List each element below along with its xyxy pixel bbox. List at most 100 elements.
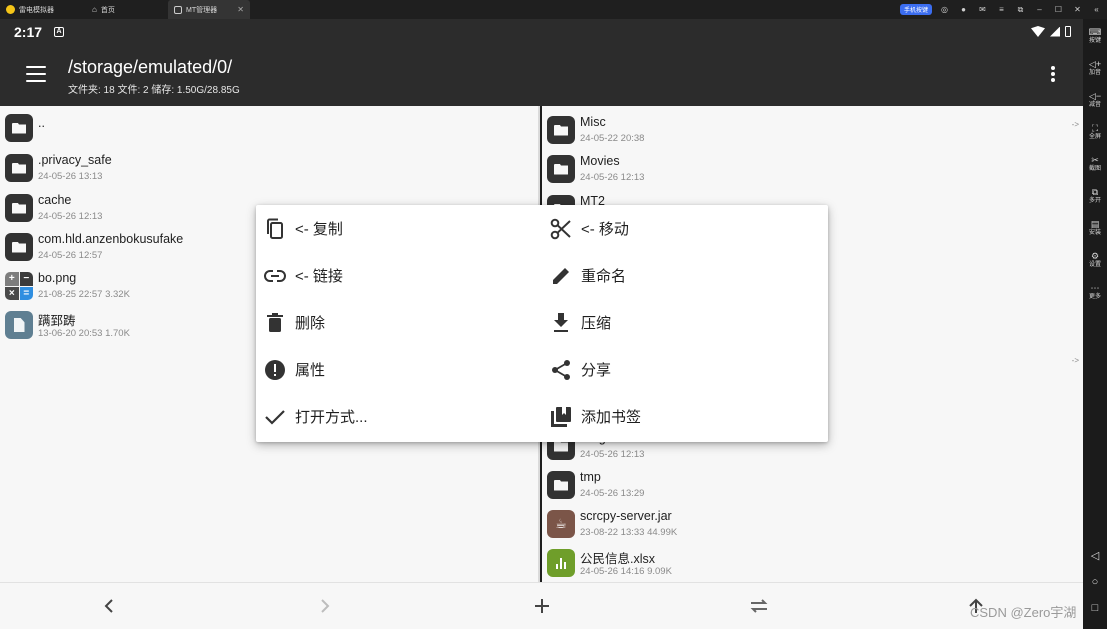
side-label: 安装 [1088, 230, 1101, 236]
folder-icon [5, 114, 33, 142]
action-move[interactable]: <- 移动 [542, 205, 828, 252]
list-item[interactable]: tmp 24-05-26 13:29 [542, 465, 1083, 505]
emulator-tab-home[interactable]: ⌂ 首页 [86, 0, 168, 19]
bookmark-icon [550, 406, 572, 428]
overflow-menu-icon[interactable] [1051, 66, 1055, 82]
list-item[interactable]: Movies 24-05-26 12:13 [542, 149, 1083, 189]
user-icon[interactable]: ● [957, 5, 970, 14]
list-item[interactable]: 公民信息.xlsx 24-05-26 14:16 9.09K [542, 543, 1083, 583]
side-volume-up-button[interactable]: ◁+ 加音 [1083, 59, 1107, 78]
file-meta: 24-05-26 12:13 [580, 172, 645, 183]
folder-icon [547, 155, 575, 183]
wifi-icon [1031, 26, 1045, 37]
cut-icon [550, 218, 572, 240]
side-more-button[interactable]: ⋯ 更多 [1083, 283, 1107, 302]
info-icon [264, 359, 286, 381]
emulator-side-toolbar: ⌨ 按键 ◁+ 加音 ◁− 减音 ⛶ 全屏 ✂ 截图 ⧉ 多开 ▤ 安装 ⚙ 设 [1083, 19, 1107, 629]
status-time: 2:17 [14, 23, 43, 40]
side-settings-button[interactable]: ⚙ 设置 [1083, 251, 1107, 270]
emulator-window-controls: 手机按键 ◎ ● ✉ ≡ ⧉ – ☐ ✕ « [899, 0, 1103, 19]
nav-recents-icon: □ [1091, 602, 1099, 614]
file-name: Movies [580, 154, 620, 168]
action-label: 重命名 [581, 268, 627, 285]
add-icon[interactable] [529, 593, 555, 619]
keyboard-icon: ⌨ [1088, 27, 1102, 37]
file-name: scrcpy-server.jar [580, 509, 672, 523]
action-properties[interactable]: 属性 [256, 346, 542, 393]
gamepad-icon[interactable]: ◎ [938, 5, 951, 14]
side-label: 多开 [1088, 198, 1101, 204]
share-icon [550, 359, 572, 381]
menu-icon[interactable]: ≡ [995, 5, 1008, 14]
action-rename[interactable]: 重命名 [542, 252, 828, 299]
side-screenshot-button[interactable]: ✂ 截图 [1083, 155, 1107, 174]
minimize-icon[interactable]: – [1033, 5, 1046, 14]
side-install-button[interactable]: ▤ 安装 [1083, 219, 1107, 238]
file-name: tmp [580, 470, 601, 484]
folder-icon [5, 154, 33, 182]
back-arrow-icon[interactable] [96, 593, 122, 619]
file-name: Misc [580, 115, 606, 129]
nav-back-button[interactable]: ◁ [1083, 551, 1107, 562]
keyboard-mapping-button[interactable]: 手机按键 [899, 4, 932, 15]
calculator-image-icon: + − × = [5, 272, 33, 300]
link-icon [264, 265, 286, 287]
forward-arrow-icon[interactable] [312, 593, 338, 619]
folder-icon [5, 194, 33, 222]
file-meta: 24-05-26 13:13 [38, 171, 103, 182]
download-icon [550, 312, 572, 334]
file-meta: 21-08-25 22:57 3.32K [38, 289, 130, 300]
more-icon: ⋯ [1090, 283, 1100, 293]
pencil-icon [550, 265, 572, 287]
file-meta: 24-05-26 13:29 [580, 488, 645, 499]
multi-instance-icon: ⧉ [1091, 187, 1099, 197]
pane-arrow-indicator: -> [1071, 356, 1079, 365]
side-label: 全屏 [1088, 134, 1101, 140]
action-label: 属性 [295, 362, 326, 379]
emulator-tab-mt-manager[interactable]: MT管理器 ✕ [168, 0, 250, 19]
mail-icon[interactable]: ✉ [976, 5, 989, 14]
collapse-sidebar-icon[interactable]: « [1090, 5, 1103, 14]
action-copy[interactable]: <- 复制 [256, 205, 542, 252]
nav-home-button[interactable]: ○ [1083, 577, 1107, 588]
action-open-with[interactable]: 打开方式... [256, 393, 542, 440]
storage-summary: 文件夹: 18 文件: 2 储存: 1.50G/28.85G [68, 85, 240, 96]
maximize-icon[interactable]: ☐ [1052, 5, 1065, 14]
action-delete[interactable]: 删除 [256, 299, 542, 346]
side-label: 截图 [1088, 166, 1101, 172]
current-path: /storage/emulated/0/ [68, 57, 233, 77]
list-item[interactable]: .privacy_safe 24-05-26 13:13 [0, 148, 538, 188]
list-item-parent-dir[interactable]: .. [0, 108, 538, 148]
side-volume-down-button[interactable]: ◁− 减音 [1083, 91, 1107, 110]
file-name: bo.png [38, 271, 77, 285]
close-window-icon[interactable]: ✕ [1071, 5, 1084, 14]
side-label: 按键 [1088, 38, 1101, 44]
file-name: .. [38, 116, 45, 130]
list-item[interactable]: Misc 24-05-22 20:38 [542, 110, 1083, 150]
restore-icon[interactable]: ⧉ [1014, 5, 1027, 15]
side-keyboard-button[interactable]: ⌨ 按键 [1083, 27, 1107, 46]
file-name: cache [38, 193, 72, 207]
action-compress[interactable]: 压缩 [542, 299, 828, 346]
file-name: 公民信息.xlsx [580, 552, 656, 566]
swap-panes-icon[interactable] [746, 593, 772, 619]
side-multi-instance-button[interactable]: ⧉ 多开 [1083, 187, 1107, 206]
app-icon [174, 5, 182, 14]
action-share[interactable]: 分享 [542, 346, 828, 393]
side-label: 减音 [1088, 102, 1101, 108]
close-tab-icon[interactable]: ✕ [237, 5, 244, 14]
action-label: 分享 [581, 362, 612, 379]
action-label: <- 移动 [581, 221, 629, 238]
side-fullscreen-button[interactable]: ⛶ 全屏 [1083, 123, 1107, 142]
file-meta: 24-05-26 12:13 [38, 211, 103, 222]
action-add-bookmark[interactable]: 添加书签 [542, 393, 828, 440]
folder-icon [547, 116, 575, 144]
hamburger-menu-icon[interactable] [26, 66, 46, 82]
emulator-tab-ldplayer[interactable]: 雷电模拟器 [0, 0, 86, 19]
action-label: <- 复制 [295, 221, 343, 238]
list-item[interactable]: ☕ scrcpy-server.jar 23-08-22 13:33 44.99… [542, 504, 1083, 544]
action-link[interactable]: <- 链接 [256, 252, 542, 299]
nav-recents-button[interactable]: □ [1083, 602, 1107, 614]
folder-icon [547, 471, 575, 499]
action-label: 压缩 [581, 315, 612, 332]
